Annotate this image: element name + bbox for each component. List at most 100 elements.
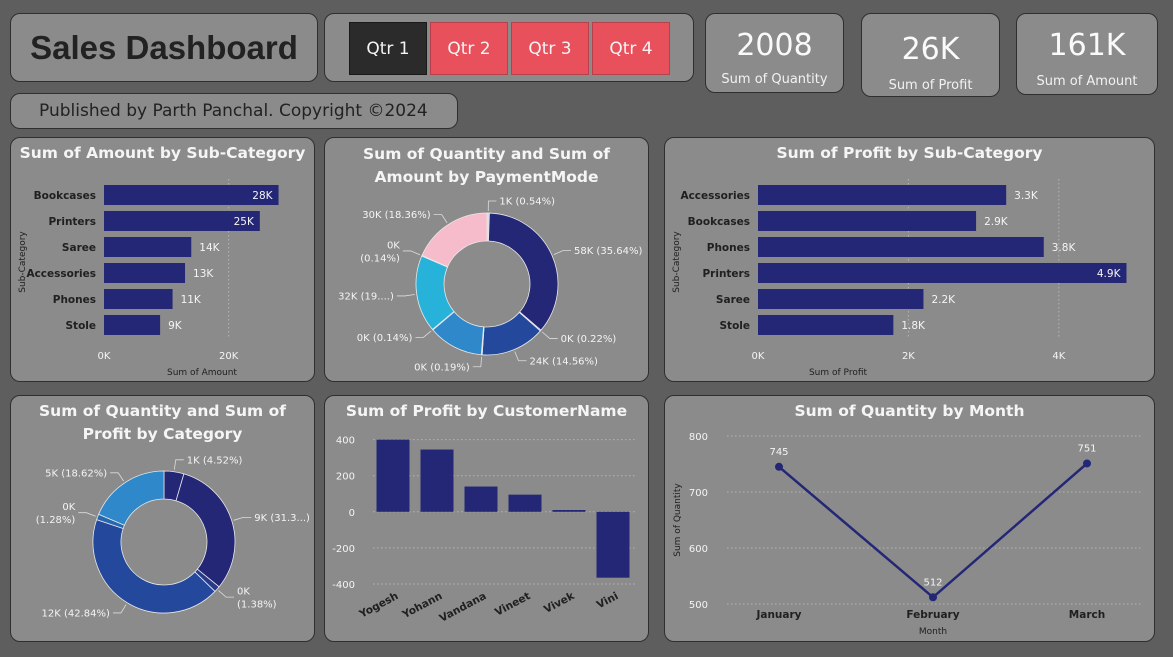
slice-label: 0K (0.19%) <box>414 362 470 373</box>
data-label: 745 <box>769 447 788 458</box>
data-label: 13K <box>193 268 214 280</box>
x-axis-label: Sum of Amount <box>167 368 237 378</box>
data-label: 3.3K <box>1014 190 1039 202</box>
data-point <box>929 593 937 602</box>
category-label: Printers <box>48 216 96 228</box>
profit-by-customer-card: Sum of Profit by CustomerName 400 200 0 -20… <box>324 395 649 642</box>
leader-line <box>415 330 432 338</box>
y-tick-label: 600 <box>689 544 708 555</box>
slice-label: 5K (18.62%) <box>45 468 107 479</box>
category-label: Yogesh <box>357 590 401 621</box>
donut-slice <box>92 519 216 614</box>
leader-line <box>218 590 235 598</box>
kpi-label: Sum of Amount <box>1036 74 1138 89</box>
bar <box>758 315 894 335</box>
leader-line <box>433 214 448 224</box>
category-label: Accessories <box>26 268 96 280</box>
profit-by-subcategory-card: Sum of Profit by Sub-Category 0K 2K 4K Acce… <box>664 137 1155 382</box>
leader-line <box>541 331 558 339</box>
data-label: 28K <box>252 190 273 202</box>
slice-label: 9K (31.3...) <box>254 513 310 524</box>
quantity-by-month-chart: 800 700 600 500 745 January 512 February 751 Marc… <box>673 432 1143 637</box>
data-point <box>1083 459 1091 468</box>
bar <box>464 486 498 512</box>
bar <box>104 237 192 257</box>
slicer-qtr-1[interactable]: Qtr 1 <box>349 22 427 75</box>
category-label: Printers <box>702 268 750 280</box>
donut-slice <box>421 212 488 268</box>
category-card: Sum of Quantity and Sum of Profit by Cat… <box>10 395 315 642</box>
data-label: 9K <box>168 320 183 332</box>
leader-line <box>110 472 125 482</box>
data-label: 751 <box>1077 443 1096 454</box>
category-label: Vivek <box>542 590 577 616</box>
slice-label: 0K (1.38%) <box>237 587 277 611</box>
kpi-value: 161K <box>1048 28 1126 63</box>
y-tick-label: 500 <box>689 600 708 611</box>
category-label: Saree <box>716 294 750 306</box>
bar <box>104 315 161 335</box>
category-label: Saree <box>62 242 96 254</box>
data-label: 512 <box>923 577 942 588</box>
slicer-qtr-2[interactable]: Qtr 2 <box>430 22 508 75</box>
leader-line <box>396 294 415 297</box>
leader-line <box>487 200 497 212</box>
kpi-card-profit: 26K Sum of Profit <box>861 13 1000 97</box>
leader-line <box>472 356 482 368</box>
slice-label: 0K (1.28%) <box>36 502 76 526</box>
category-label: March <box>1069 609 1105 621</box>
bar <box>104 263 186 283</box>
data-label: 3.8K <box>1052 242 1077 254</box>
slicer-qtr-3[interactable]: Qtr 3 <box>511 22 589 75</box>
slicer-qtr-4[interactable]: Qtr 4 <box>592 22 670 75</box>
donut-slice <box>488 212 559 331</box>
bar <box>508 494 542 512</box>
data-label: 14K <box>199 242 220 254</box>
data-label: 11K <box>181 294 202 306</box>
slice-label: 1K (0.54%) <box>499 197 555 208</box>
category-label: Accessories <box>680 190 750 202</box>
slice-label: 0K (0.14%) <box>357 333 413 344</box>
data-label: 25K <box>234 216 255 228</box>
kpi-value: 26K <box>901 32 960 67</box>
slice-label: 12K (42.84%) <box>42 608 110 619</box>
leader-line <box>553 250 571 255</box>
bar <box>758 237 1044 257</box>
leader-line <box>402 250 421 256</box>
payment-mode-card: Sum of Quantity and Sum of Amount by Pay… <box>324 137 649 382</box>
slice-label: 58K (35.64%) <box>574 246 642 257</box>
bar <box>552 510 586 512</box>
category-label: Vini <box>595 590 621 611</box>
y-axis-label: Sum of Quantity <box>673 483 683 557</box>
category-donut: 1K (4.52%) 9K (31.3...) 0K (1.38%) 12K (42.8… <box>36 455 310 619</box>
x-tick-label: 2K <box>902 351 915 362</box>
category-label: February <box>906 609 959 621</box>
y-tick-label: 0 <box>349 508 355 519</box>
publisher-banner: Published by Parth Panchal. Copyright ©2… <box>10 93 458 129</box>
y-axis-label: Sub-Category <box>672 231 682 293</box>
category-label: Stole <box>719 320 750 332</box>
leader-line <box>78 512 96 517</box>
category-label: Phones <box>53 294 96 306</box>
x-tick-label: 0K <box>98 351 111 362</box>
category-label: Stole <box>65 320 96 332</box>
amount-by-subcategory-chart: 0K 20K Bookcases 28K Printers 25K Saree 14K Acce… <box>18 179 279 378</box>
category-label: Bookcases <box>688 216 750 228</box>
y-tick-label: 200 <box>336 472 355 483</box>
bar <box>758 211 977 231</box>
slice-label: 32K (19....) <box>338 291 394 302</box>
profit-by-subcategory-chart: 0K 2K 4K Accessories 3.3K Bookcases 2.9K Phones… <box>672 179 1127 378</box>
x-axis-label: Sum of Profit <box>809 368 868 378</box>
slice-label: 24K (14.56%) <box>530 356 598 367</box>
y-tick-label: 400 <box>336 436 355 447</box>
bar <box>758 185 1007 205</box>
leader-line <box>112 604 127 614</box>
category-label: Vandana <box>437 590 488 625</box>
slice-label: 1K (4.52%) <box>187 455 243 466</box>
y-tick-label: 800 <box>689 432 708 443</box>
dashboard-title: Sales Dashboard <box>10 13 318 82</box>
payment-mode-donut: 1K (0.54%) 58K (35.64%) 0K (0.22%) 24K (14.… <box>338 197 642 374</box>
quarter-slicer: Qtr 1 Qtr 2 Qtr 3 Qtr 4 <box>324 13 694 82</box>
bar <box>104 289 173 309</box>
y-axis-label: Sub-Category <box>18 231 28 293</box>
